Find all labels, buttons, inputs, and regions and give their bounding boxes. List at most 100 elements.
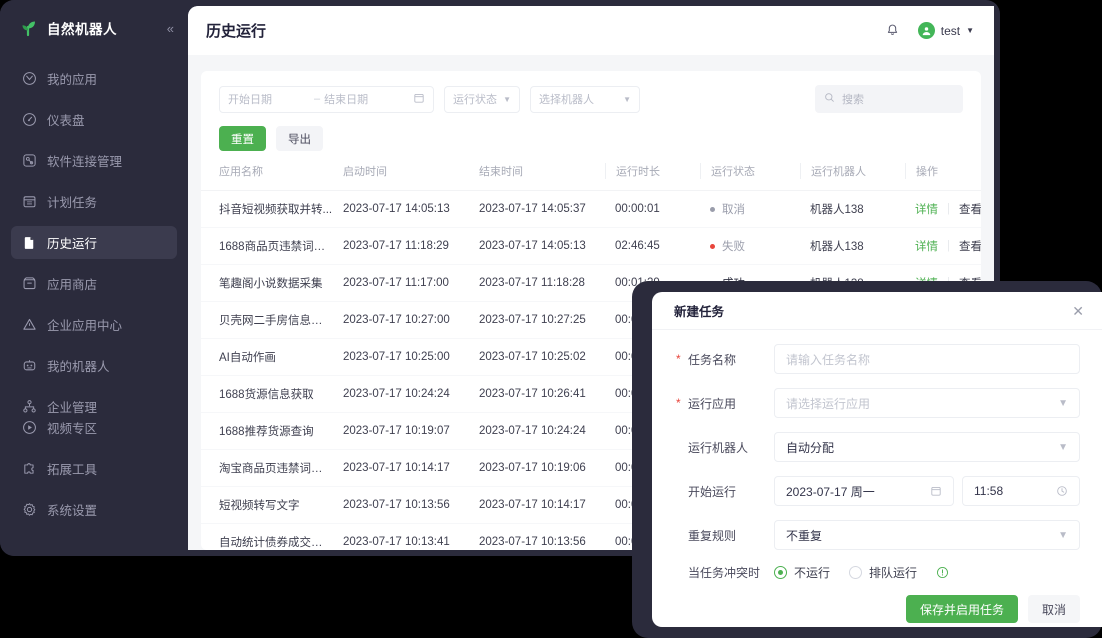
required-star: * xyxy=(676,351,681,366)
page-title: 历史运行 xyxy=(206,23,267,40)
field-run-robot: 运行机器人 自动分配 ▼ xyxy=(674,432,1080,462)
modal-header: 新建任务 ✕ xyxy=(652,292,1102,330)
field-label: 当任务冲突时 xyxy=(674,564,774,581)
start-date-input[interactable]: 2023-07-17 周一 xyxy=(774,476,954,506)
robot-select-label: 选择机器人 xyxy=(539,94,594,106)
sidebar-item-app-store[interactable]: 应用商店 xyxy=(11,267,177,300)
cell-start-time: 2023-07-17 10:14:17 xyxy=(333,449,469,487)
sidebar-item-my-robots[interactable]: 我的机器人 xyxy=(11,349,177,382)
column-header-ops: 操作 xyxy=(905,163,981,191)
run-app-select[interactable]: 请选择运行应用 ▼ xyxy=(774,388,1080,418)
warning-circle-icon[interactable] xyxy=(936,566,949,579)
field-label: * 任务名称 xyxy=(674,351,774,368)
sidebar-item-label: 应用商店 xyxy=(47,278,98,292)
task-name-placeholder: 请输入任务名称 xyxy=(786,352,871,367)
sidebar-item-label: 计划任务 xyxy=(47,196,98,210)
task-name-input[interactable]: 请输入任务名称 xyxy=(774,344,1080,374)
cell-app-name: 贝壳网二手房信息采集 xyxy=(201,301,333,339)
sidebar-item-enterprise-center[interactable]: 企业应用中心 xyxy=(11,308,177,341)
end-date-input[interactable]: 结束日期 xyxy=(324,91,413,107)
cell-end-time: 2023-07-17 10:27:25 xyxy=(469,301,605,339)
sidebar-nav: 我的应用 仪表盘 软件连接管理 计划任务 历史运行 应用商店 企业应用中心 我的… xyxy=(0,62,188,423)
field-label-text: 运行机器人 xyxy=(688,440,749,455)
start-date-value: 2023-07-17 周一 xyxy=(786,484,875,499)
sidebar-item-dashboard[interactable]: 仪表盘 xyxy=(11,103,177,136)
sidebar-item-extension-tools[interactable]: 拓展工具 xyxy=(11,452,177,485)
sidebar-item-history-runs[interactable]: 历史运行 xyxy=(11,226,177,259)
sidebar-item-my-apps[interactable]: 我的应用 xyxy=(11,62,177,95)
field-label-text: 当任务冲突时 xyxy=(688,566,761,580)
cell-app-name: 笔趣阁小说数据采集 xyxy=(201,264,333,302)
field-task-name: * 任务名称 请输入任务名称 xyxy=(674,344,1080,374)
table-row[interactable]: 抖音短视频获取并转... 2023-07-17 14:05:13 2023-07-1… xyxy=(201,190,981,228)
radio-label: 不运行 xyxy=(794,566,831,580)
detail-link[interactable]: 详情 xyxy=(915,201,938,217)
cell-app-name: 1688货源信息获取 xyxy=(201,375,333,413)
cell-operations: 详情 | 查看录屏回放 xyxy=(905,227,981,265)
sidebar-bottom-nav: 视频专区 拓展工具 系统设置 xyxy=(0,411,188,534)
gear-icon xyxy=(21,502,37,518)
cell-end-time: 2023-07-17 11:18:28 xyxy=(469,264,605,302)
search-input[interactable]: 搜索 xyxy=(815,85,963,113)
field-start-run: 开始运行 2023-07-17 周一 11:58 xyxy=(674,476,1080,506)
close-icon[interactable]: ✕ xyxy=(1072,304,1084,318)
start-time-input[interactable]: 11:58 xyxy=(962,476,1080,506)
bell-icon[interactable] xyxy=(885,23,900,38)
user-menu[interactable]: test ▼ xyxy=(917,22,974,39)
cancel-button[interactable]: 取消 xyxy=(1027,595,1080,623)
field-repeat-rule: 重复规则 不重复 ▼ xyxy=(674,520,1080,550)
chevron-double-left-icon[interactable]: « xyxy=(167,22,174,35)
calendar-icon[interactable] xyxy=(930,485,942,497)
radio-label: 排队运行 xyxy=(869,566,918,580)
cell-start-time: 2023-07-17 11:17:00 xyxy=(333,264,469,302)
sidebar-item-video-zone[interactable]: 视频专区 xyxy=(11,411,177,444)
cell-app-name: 1688推荐货源查询 xyxy=(201,412,333,450)
cell-status: 失败 xyxy=(700,227,800,265)
run-robot-select[interactable]: 自动分配 ▼ xyxy=(774,432,1080,462)
sidebar-item-scheduled-tasks[interactable]: 计划任务 xyxy=(11,185,177,218)
start-run-controls: 2023-07-17 周一 11:58 xyxy=(774,476,1080,506)
row-operations: 详情 | 查看录屏回放 xyxy=(915,238,981,254)
column-header-name: 应用名称 xyxy=(201,163,333,191)
reset-button[interactable]: 重置 xyxy=(219,126,266,151)
save-and-enable-button[interactable]: 保存并启用任务 xyxy=(905,595,1018,623)
radio-queue-run[interactable]: 排队运行 xyxy=(849,564,917,581)
modal-body: * 任务名称 请输入任务名称 * 运行应用 请选择运行应用 ▼ 运行机器人 自动… xyxy=(652,330,1102,595)
export-button[interactable]: 导出 xyxy=(276,126,323,151)
start-date-input[interactable]: 开始日期 xyxy=(228,91,310,107)
field-label-text: 开始运行 xyxy=(688,484,737,499)
table-head: 应用名称 启动时间 结束时间 运行时长 运行状态 运行机器人 操作 xyxy=(201,163,981,191)
field-conflict-policy: 当任务冲突时 不运行 排队运行 xyxy=(674,564,1080,581)
clock-icon[interactable] xyxy=(1056,485,1068,497)
calendar-icon[interactable] xyxy=(413,92,425,107)
cell-duration: 00:00:01 xyxy=(605,190,700,228)
sidebar-item-system-settings[interactable]: 系统设置 xyxy=(11,493,177,526)
sidebar-item-label: 历史运行 xyxy=(47,237,98,251)
sidebar-item-label: 拓展工具 xyxy=(47,463,98,477)
cell-end-time: 2023-07-17 10:14:17 xyxy=(469,486,605,524)
cell-end-time: 2023-07-17 10:24:24 xyxy=(469,412,605,450)
status-dot-icon xyxy=(710,243,715,249)
chevron-down-icon: ▼ xyxy=(1058,397,1068,409)
sidebar-item-software-connection[interactable]: 软件连接管理 xyxy=(11,144,177,177)
replay-link[interactable]: 查看录屏回放 xyxy=(959,238,981,254)
radio-no-run[interactable]: 不运行 xyxy=(774,564,830,581)
replay-link[interactable]: 查看录屏回放 xyxy=(959,201,981,217)
status-badge: 取消 xyxy=(710,201,745,217)
repeat-rule-select[interactable]: 不重复 ▼ xyxy=(774,520,1080,550)
sidebar-item-label: 仪表盘 xyxy=(47,114,85,128)
sprout-icon xyxy=(18,18,38,38)
status-select[interactable]: 运行状态 ▼ xyxy=(444,85,520,113)
cell-end-time: 2023-07-17 10:26:41 xyxy=(469,375,605,413)
column-header-status: 运行状态 xyxy=(700,163,800,191)
brand: 自然机器人 « xyxy=(0,0,188,56)
table-row[interactable]: 1688商品页违禁词监测 2023-07-17 11:18:29 2023-07-1… xyxy=(201,227,981,265)
detail-link[interactable]: 详情 xyxy=(915,238,938,254)
date-range-picker[interactable]: 开始日期 – 结束日期 xyxy=(219,85,434,113)
robot-select[interactable]: 选择机器人 ▼ xyxy=(530,85,640,113)
radio-indicator-selected xyxy=(774,566,787,579)
cell-end-time: 2023-07-17 14:05:37 xyxy=(469,190,605,228)
sidebar-item-label: 软件连接管理 xyxy=(47,155,123,169)
user-name: test xyxy=(940,23,961,38)
user-avatar-icon xyxy=(917,22,935,39)
